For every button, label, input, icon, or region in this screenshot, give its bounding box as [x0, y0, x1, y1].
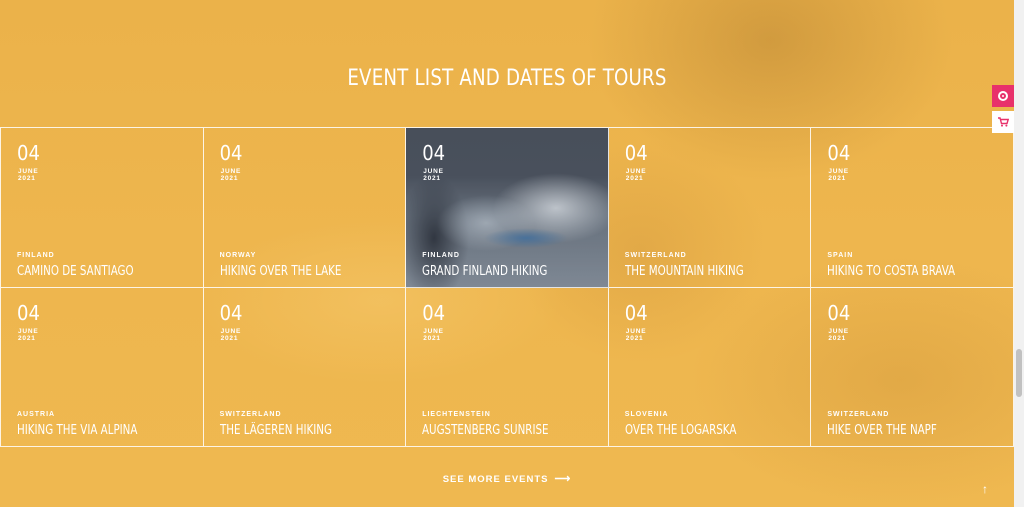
event-name[interactable]: HIKING OVER THE LAKE — [220, 264, 341, 279]
event-day: 04 — [624, 141, 648, 165]
section-title: EVENT LIST AND DATES OF TOURS — [347, 66, 667, 92]
event-country: FINLAND — [17, 251, 55, 259]
event-country: FINLAND — [422, 251, 460, 259]
event-country: SWITZERLAND — [827, 411, 890, 418]
event-name[interactable]: CAMINO DE SANTIAGO — [17, 264, 134, 279]
event-day: 04 — [827, 141, 851, 165]
event-country: NORWAY — [219, 251, 257, 259]
see-more-events-link[interactable]: SEE MORE EVENTS ⟶ — [0, 472, 1014, 485]
event-year: 2021 — [18, 175, 36, 182]
event-card[interactable]: 04 JUNE 2021 NORWAY HIKING OVER THE LAKE — [203, 128, 407, 288]
event-country: AUSTRIA — [17, 411, 56, 418]
event-month: JUNE — [423, 168, 444, 175]
event-card[interactable]: 04 JUNE 2021 AUSTRIA HIKING THE VIA ALPI… — [1, 287, 204, 447]
event-year: 2021 — [220, 334, 239, 342]
cart-icon — [997, 117, 1009, 127]
event-card[interactable]: 04 JUNE 2021 FINLAND CAMINO DE SANTIAGO — [1, 128, 204, 288]
event-year: 2021 — [828, 334, 847, 342]
event-year: 2021 — [423, 334, 441, 342]
event-card[interactable]: 04 JUNE 2021 SLOVENIA OVER THE LOGARSKA — [608, 287, 812, 447]
event-day: 04 — [219, 141, 243, 165]
event-day: 04 — [827, 300, 851, 325]
event-card[interactable]: 04 JUNE 2021 SPAIN HIKING TO COSTA BRAVA — [811, 128, 1014, 288]
event-day: 04 — [219, 300, 243, 325]
event-name[interactable]: AUGSTENBERG SUNRISE — [422, 423, 549, 438]
event-name[interactable]: THE MOUNTAIN HIKING — [625, 264, 744, 279]
back-to-top-button[interactable]: ↑ — [982, 482, 988, 496]
event-name[interactable]: HIKE OVER THE NAPF — [827, 423, 937, 438]
event-country: SLOVENIA — [624, 411, 669, 418]
event-day: 04 — [624, 300, 648, 325]
event-month: JUNE — [18, 327, 39, 335]
see-more-label: SEE MORE EVENTS — [442, 474, 549, 485]
event-name[interactable]: OVER THE LOGARSKA — [625, 423, 736, 438]
event-month: JUNE — [220, 327, 242, 335]
support-button[interactable] — [992, 85, 1014, 107]
event-day: 04 — [422, 300, 446, 325]
event-year: 2021 — [220, 175, 239, 182]
event-month: JUNE — [828, 168, 849, 175]
event-day: 04 — [17, 141, 40, 165]
event-month: JUNE — [828, 327, 849, 335]
event-country: SWITZERLAND — [624, 251, 687, 259]
event-day: 04 — [17, 300, 40, 325]
event-month: JUNE — [423, 327, 444, 335]
event-year: 2021 — [625, 175, 644, 182]
event-day: 04 — [422, 141, 446, 165]
arrow-right-icon: ⟶ — [554, 473, 572, 485]
event-card-active[interactable]: 04 JUNE 2021 FINLAND GRAND FINLAND HIKIN… — [406, 128, 609, 288]
event-month: JUNE — [220, 168, 242, 175]
event-name[interactable]: GRAND FINLAND HIKING — [422, 264, 547, 279]
arrow-up-icon: ↑ — [982, 482, 988, 496]
event-card[interactable]: 04 JUNE 2021 SWITZERLAND HIKE OVER THE N… — [811, 287, 1014, 447]
event-year: 2021 — [828, 175, 847, 182]
event-year: 2021 — [625, 334, 644, 342]
event-card[interactable]: 04 JUNE 2021 LIECHTENSTEIN AUGSTENBERG S… — [406, 287, 609, 447]
event-country: SWITZERLAND — [219, 411, 282, 418]
support-ring-icon — [998, 91, 1008, 101]
event-card[interactable]: 04 JUNE 2021 SWITZERLAND THE LÄGEREN HIK… — [203, 287, 407, 447]
cart-button[interactable] — [992, 111, 1014, 133]
scrollbar-thumb[interactable] — [1016, 349, 1022, 397]
event-name[interactable]: HIKING TO COSTA BRAVA — [827, 264, 955, 279]
event-month: JUNE — [625, 327, 647, 335]
event-card[interactable]: 04 JUNE 2021 SWITZERLAND THE MOUNTAIN HI… — [608, 128, 812, 288]
event-name[interactable]: THE LÄGEREN HIKING — [220, 423, 332, 438]
event-year: 2021 — [18, 334, 36, 342]
event-country: LIECHTENSTEIN — [422, 411, 491, 418]
event-month: JUNE — [625, 168, 647, 175]
scrollbar[interactable] — [1014, 0, 1024, 507]
event-name[interactable]: HIKING THE VIA ALPINA — [17, 423, 137, 438]
event-year: 2021 — [423, 175, 441, 182]
event-grid: 04 JUNE 2021 FINLAND CAMINO DE SANTIAGO … — [0, 127, 1014, 447]
event-country: SPAIN — [827, 251, 854, 259]
event-month: JUNE — [18, 168, 39, 175]
